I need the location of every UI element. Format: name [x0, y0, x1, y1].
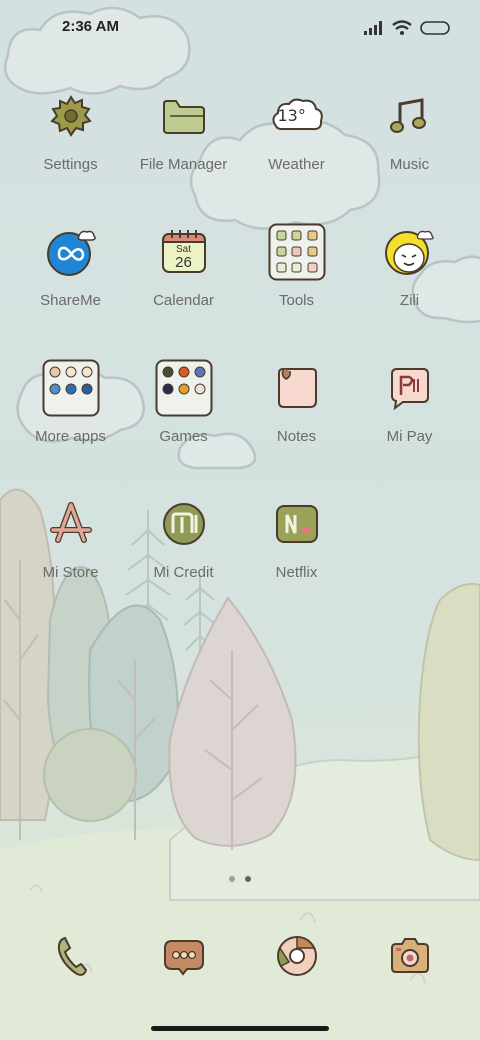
app-label: Games	[159, 428, 208, 445]
shareme-icon	[39, 220, 103, 284]
battery-icon	[420, 21, 450, 35]
folder-grid-icon	[152, 356, 216, 420]
app-label: Calendar	[153, 292, 214, 309]
app-weather[interactable]: 13° Weather	[240, 72, 353, 182]
weather-temp: 13°	[277, 106, 306, 125]
status-bar: 2:36 AM	[0, 0, 480, 56]
status-icons	[364, 20, 450, 36]
app-file-manager[interactable]: File Manager	[127, 72, 240, 182]
folder-grid-icon	[39, 356, 103, 420]
gear-icon	[39, 84, 103, 148]
calendar-day: 26	[175, 254, 192, 271]
camera-icon	[391, 938, 429, 973]
phone-icon	[57, 936, 88, 976]
calendar-icon: Sat 26	[152, 220, 216, 284]
mi-credit-icon	[152, 492, 216, 556]
folder-tools[interactable]: Tools	[240, 208, 353, 318]
page-indicator	[0, 876, 480, 882]
weather-cloud-icon: 13°	[265, 84, 329, 148]
app-label: Settings	[43, 156, 98, 173]
folder-more-apps[interactable]: More apps	[14, 344, 127, 454]
app-label: Mi Store	[42, 564, 99, 581]
app-mi-pay[interactable]: Mi Pay	[353, 344, 466, 454]
app-label: Weather	[268, 156, 325, 173]
app-mi-store[interactable]: Mi Store	[14, 480, 127, 590]
home-indicator[interactable]	[151, 1026, 329, 1031]
messages-icon	[164, 940, 204, 976]
folder-icon	[152, 84, 216, 148]
app-label: Mi Pay	[386, 428, 433, 445]
app-label: Zili	[399, 292, 420, 309]
folder-games[interactable]: Games	[127, 344, 240, 454]
mi-pay-icon	[378, 356, 442, 420]
app-notes[interactable]: Notes	[240, 344, 353, 454]
app-label: Tools	[278, 292, 315, 309]
app-calendar[interactable]: Sat 26 Calendar	[127, 208, 240, 318]
app-settings[interactable]: Settings	[14, 72, 127, 182]
dock-messages[interactable]	[152, 924, 216, 988]
app-label: Music	[389, 156, 430, 173]
netflix-icon	[265, 492, 329, 556]
dock-phone[interactable]	[39, 924, 103, 988]
app-mi-credit[interactable]: Mi Credit	[127, 480, 240, 590]
app-label: File Manager	[139, 156, 228, 173]
zili-face-icon	[378, 220, 442, 284]
page-dot-active[interactable]	[245, 876, 251, 882]
app-music[interactable]: Music	[353, 72, 466, 182]
app-label: ShareMe	[40, 292, 101, 309]
signal-icon	[364, 21, 382, 35]
status-time: 2:36 AM	[62, 18, 119, 35]
browser-icon	[277, 936, 317, 976]
page-dot[interactable]	[229, 876, 235, 882]
dock-browser[interactable]	[265, 924, 329, 988]
app-shareme[interactable]: ShareMe	[14, 208, 127, 318]
notes-icon	[265, 356, 329, 420]
folder-grid-icon	[265, 220, 329, 284]
dock-camera[interactable]	[378, 924, 442, 988]
app-label: Netflix	[275, 564, 318, 581]
music-note-icon	[378, 84, 442, 148]
app-zili[interactable]: Zili	[353, 208, 466, 318]
app-label: More apps	[35, 428, 106, 445]
app-netflix[interactable]: Netflix	[240, 480, 353, 590]
app-label: Notes	[276, 428, 317, 445]
app-label: Mi Credit	[153, 564, 214, 581]
app-store-icon	[39, 492, 103, 556]
wifi-icon	[392, 20, 412, 35]
